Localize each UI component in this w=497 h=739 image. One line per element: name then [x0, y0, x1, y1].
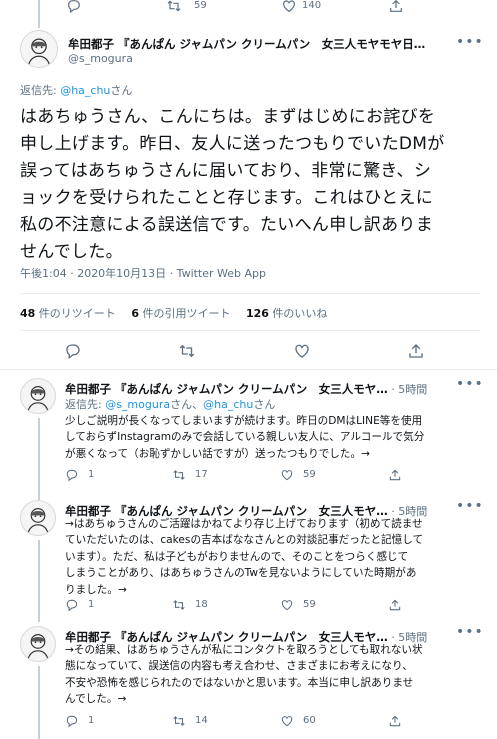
thread-line: [38, 540, 40, 622]
reply-to-handle[interactable]: @s_mogura: [105, 398, 170, 411]
tweet-line: はあちゅうさん、こんにちは。まずはじめにお詫びを: [20, 107, 436, 127]
top-retweet-count: 59: [194, 0, 207, 11]
share-icon[interactable]: [388, 0, 404, 14]
like-icon[interactable]: [281, 0, 297, 14]
retweet-icon[interactable]: [172, 598, 186, 612]
avatar[interactable]: [20, 30, 58, 68]
like-icon[interactable]: [293, 342, 311, 360]
reply-text: →はあちゅうさんのご活躍はかねてより存じ上げております（初めて読ませ ていただい…: [65, 518, 424, 596]
reply-to-handle[interactable]: @ha_chu: [60, 84, 110, 97]
retweet-icon[interactable]: [172, 714, 186, 728]
tweet-line: 私の不注意による誤送信です。たいへん申し訳ありま: [20, 215, 433, 235]
reply-to-prefix: 返信先:: [20, 84, 61, 97]
more-icon[interactable]: •••: [456, 34, 484, 50]
reply-header: 牟田都子 『あんぱん ジャムパン クリームパン 女三人モヤ… · 5時間: [65, 378, 445, 397]
like-icon[interactable]: [280, 714, 294, 728]
reply-time[interactable]: · 5時間: [388, 383, 427, 396]
reply-icon[interactable]: [65, 598, 79, 612]
author-name[interactable]: 牟田都子 『あんぱん ジャムパン クリームパン 女三人モヤ…: [65, 382, 388, 396]
thread-line-top: [38, 0, 40, 28]
divider: [20, 293, 480, 294]
tweet-line: ョックを受けられたことと存じます。これはひとえに: [20, 188, 433, 208]
avatar[interactable]: [20, 500, 56, 536]
share-icon[interactable]: [388, 468, 402, 482]
reply-to-line: 返信先: @ha_chuさん: [20, 82, 132, 98]
tweet-stats: 48 件のリツイート 6 件の引用ツイート 126 件のいいね: [20, 305, 327, 321]
reply-icon[interactable]: [65, 714, 79, 728]
reply-icon[interactable]: [66, 0, 82, 14]
author-handle[interactable]: @s_mogura: [68, 52, 133, 65]
tweet-line: 誤ってはあちゅうさんに届いており、非常に驚き、シ: [20, 161, 432, 181]
tweet-text: はあちゅうさん、こんにちは。まずはじめにお詫びを 申し上げます。昨日、友人に送っ…: [20, 104, 490, 266]
reply-text: →その結果、はあちゅうさんが私にコンタクトを取ろうとしても取れない状 態になって…: [65, 644, 423, 706]
avatar[interactable]: [20, 626, 56, 662]
reply-icon[interactable]: [64, 342, 82, 360]
divider: [0, 369, 497, 370]
reply-to-handle[interactable]: @ha_chu: [203, 398, 253, 411]
likes-stat[interactable]: 126 件のいいね: [246, 307, 327, 320]
thread-line: [38, 666, 40, 739]
like-icon[interactable]: [280, 468, 294, 482]
top-like-count: 140: [302, 0, 322, 11]
like-icon[interactable]: [280, 598, 294, 612]
author-name[interactable]: 牟田都子 『あんぱん ジャムパン クリームパン 女三人モヤモヤ日…: [68, 36, 448, 52]
more-icon[interactable]: •••: [456, 376, 484, 392]
more-icon[interactable]: •••: [456, 624, 484, 640]
tweet-line: せんでした。: [20, 242, 123, 262]
share-icon[interactable]: [388, 598, 402, 612]
reply-text: 少しご説明が長くなってしまいますが続けます。昨日のDMはLINE等を使用 してお…: [65, 415, 425, 460]
more-icon[interactable]: •••: [456, 498, 484, 514]
reply-to-line: 返信先: @s_moguraさん、@ha_chuさん: [65, 398, 276, 411]
share-icon[interactable]: [388, 714, 402, 728]
tweet-line: 申し上げます。昨日、友人に送ったつもりでいたDMが: [20, 134, 445, 154]
retweet-icon[interactable]: [172, 468, 186, 482]
reply-icon[interactable]: [65, 468, 79, 482]
tweet-timestamp[interactable]: 午後1:04 · 2020年10月13日 · Twitter Web App: [20, 265, 266, 281]
divider: [20, 330, 480, 331]
retweet-icon[interactable]: [166, 0, 182, 14]
share-icon[interactable]: [407, 342, 425, 360]
reply-to-suffix: さん: [110, 84, 133, 97]
avatar[interactable]: [20, 378, 56, 414]
retweets-stat[interactable]: 48 件のリツイート: [20, 307, 116, 320]
retweet-icon[interactable]: [178, 342, 196, 360]
thread-line: [38, 418, 40, 500]
quotes-stat[interactable]: 6 件の引用ツイート: [131, 307, 230, 320]
